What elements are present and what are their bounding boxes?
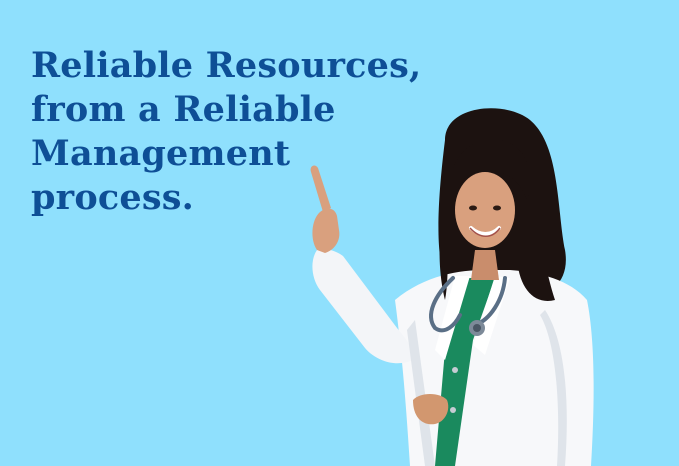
headline-line-1: Reliable Resources, — [31, 45, 422, 86]
doctor-pointing-icon — [310, 108, 594, 466]
pointing-hand — [312, 208, 340, 253]
